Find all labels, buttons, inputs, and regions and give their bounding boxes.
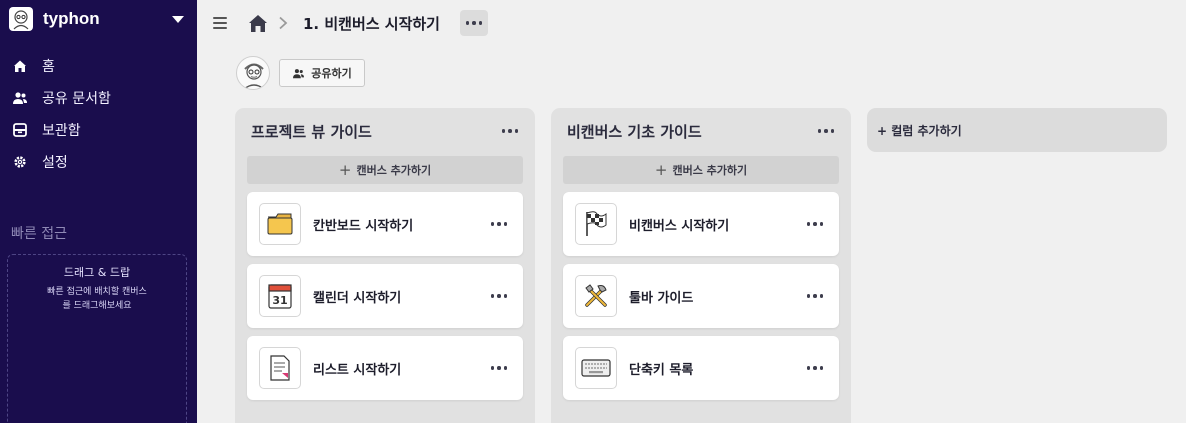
quick-access-title: 빠른 접근: [11, 226, 67, 242]
share-label: 공유하기: [311, 67, 352, 80]
tools-icon: [575, 275, 617, 317]
add-canvas-button[interactable]: + 캔버스 추가하기: [247, 156, 523, 184]
people-icon: [293, 68, 305, 78]
card-label: 비캔버스 시작하기: [629, 218, 730, 234]
top-bar: 1. 비캔버스 시작하기: [197, 0, 1186, 46]
document-icon: [259, 347, 301, 389]
sidebar: typhon 홈 공유 문서함 보관함 설정 빠른 접근 드래그 & 드랍 빠른…: [0, 0, 197, 423]
gear-icon: [12, 154, 28, 170]
sidebar-item-label: 홈: [42, 59, 55, 75]
workspace-avatar: [9, 7, 33, 31]
calendar-icon: 31: [259, 275, 301, 317]
sidebar-item-home[interactable]: 홈: [0, 50, 197, 82]
people-icon: [12, 90, 28, 106]
add-canvas-label: 캔버스 추가하기: [672, 164, 748, 177]
menu-icon[interactable]: [213, 17, 227, 29]
card-label: 단축키 목록: [629, 362, 694, 378]
chevron-right-icon: [279, 16, 288, 30]
card-more-icon[interactable]: [490, 222, 507, 226]
chevron-down-icon[interactable]: [172, 15, 184, 23]
column: 비캔버스 기초 가이드 + 캔버스 추가하기 비캔버스 시작하기 툴바 가이드 …: [551, 108, 851, 423]
card-more-icon[interactable]: [490, 294, 507, 298]
add-column-label: + 컬럼 추가하기: [877, 123, 962, 138]
home-icon[interactable]: [247, 12, 269, 34]
card-more-icon[interactable]: [806, 294, 823, 298]
canvas-card[interactable]: 칸반보드 시작하기: [247, 192, 523, 256]
more-icon: [465, 21, 483, 25]
avatar[interactable]: [236, 56, 270, 90]
column-title: 프로젝트 뷰 가이드: [251, 122, 372, 141]
column-more-icon[interactable]: [817, 129, 834, 133]
card-more-icon[interactable]: [806, 366, 823, 370]
sidebar-item-shared[interactable]: 공유 문서함: [0, 82, 197, 114]
home-icon: [12, 58, 28, 74]
sidebar-item-label: 설정: [42, 155, 68, 171]
sidebar-item-settings[interactable]: 설정: [0, 146, 197, 178]
plus-icon: +: [338, 161, 352, 179]
sidebar-nav: 홈 공유 문서함 보관함 설정: [0, 50, 197, 178]
card-label: 툴바 가이드: [629, 290, 694, 306]
card-more-icon[interactable]: [490, 366, 507, 370]
canvas-card[interactable]: 31 캘린더 시작하기: [247, 264, 523, 328]
sidebar-item-archive[interactable]: 보관함: [0, 114, 197, 146]
canvas-card[interactable]: 단축키 목록: [563, 336, 839, 400]
svg-text:31: 31: [272, 294, 287, 307]
plus-icon: +: [654, 161, 668, 179]
workspace-name: typhon: [43, 9, 100, 28]
column-more-icon[interactable]: [501, 129, 518, 133]
sidebar-item-label: 보관함: [42, 123, 81, 139]
dropzone-description: 빠른 접근에 배치할 캔버스를 드래그해보세요: [47, 287, 147, 311]
card-label: 칸반보드 시작하기: [313, 218, 414, 234]
share-button[interactable]: 공유하기: [279, 59, 365, 87]
add-canvas-button[interactable]: + 캔버스 추가하기: [563, 156, 839, 184]
card-label: 리스트 시작하기: [313, 362, 402, 378]
page-more-button[interactable]: [459, 10, 488, 36]
card-more-icon[interactable]: [806, 222, 823, 226]
column: 프로젝트 뷰 가이드 + 캔버스 추가하기 칸반보드 시작하기 31 캘린더 시…: [235, 108, 535, 423]
folder-icon: [259, 203, 301, 245]
canvas-card[interactable]: 리스트 시작하기: [247, 336, 523, 400]
checkered-flag-icon: [575, 203, 617, 245]
workspace-switcher[interactable]: typhon: [0, 0, 197, 38]
add-canvas-label: 캔버스 추가하기: [356, 164, 432, 177]
dropzone-title: 드래그 & 드랍: [63, 266, 131, 279]
keyboard-icon: [575, 347, 617, 389]
sidebar-item-label: 공유 문서함: [42, 91, 111, 107]
add-column-button[interactable]: + 컬럼 추가하기: [867, 108, 1167, 152]
archive-icon: [12, 122, 28, 138]
page-title: 1. 비캔버스 시작하기: [303, 14, 440, 33]
quick-access-dropzone[interactable]: 드래그 & 드랍 빠른 접근에 배치할 캔버스를 드래그해보세요: [7, 254, 187, 423]
column-title: 비캔버스 기초 가이드: [567, 122, 702, 141]
canvas-card[interactable]: 툴바 가이드: [563, 264, 839, 328]
canvas-card[interactable]: 비캔버스 시작하기: [563, 192, 839, 256]
card-label: 캘린더 시작하기: [313, 290, 402, 306]
